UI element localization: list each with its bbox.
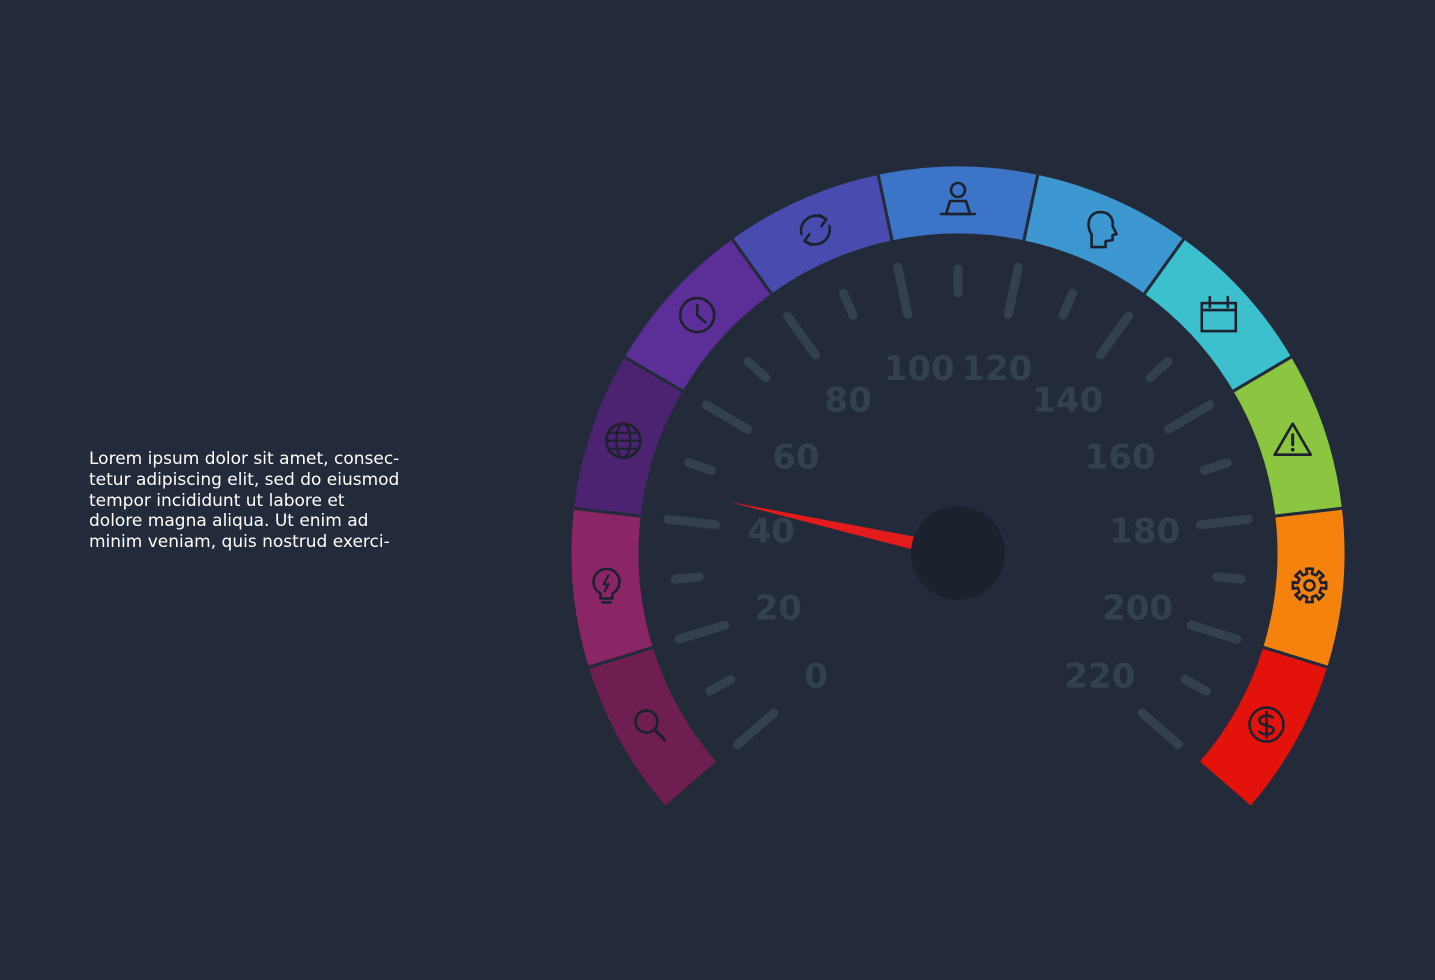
gauge-tick bbox=[733, 708, 779, 750]
gauge-scale-label: 160 bbox=[1085, 438, 1156, 478]
gauge-segment bbox=[1230, 354, 1345, 518]
gauge-scale-label: 20 bbox=[755, 589, 802, 629]
gauge-segment bbox=[876, 163, 1040, 244]
gauge-tick bbox=[1145, 357, 1173, 383]
gauge-tick bbox=[1195, 514, 1253, 530]
gauge-hub bbox=[911, 506, 1005, 600]
gauge-tick bbox=[1199, 458, 1232, 475]
gauge-tick bbox=[782, 311, 821, 360]
gauge-scale-label: 80 bbox=[825, 380, 872, 420]
gauge-segment bbox=[568, 506, 656, 670]
gauge-scale-label: 140 bbox=[1032, 380, 1103, 420]
gauge-tick bbox=[705, 674, 736, 696]
gauge-tick bbox=[1095, 311, 1134, 360]
gauge-scale-label: 40 bbox=[748, 511, 795, 551]
gauge-tick bbox=[1186, 620, 1242, 644]
gauge-scale-label: 0 bbox=[804, 656, 828, 696]
gauge-tick bbox=[1058, 288, 1078, 320]
infographic: Lorem ipsum dolor sit amet, consec- tetu… bbox=[0, 0, 1435, 980]
gauge-tick bbox=[1163, 400, 1215, 434]
gauge-tick bbox=[1003, 262, 1023, 319]
gauge-tick bbox=[893, 262, 913, 319]
gauge-segment bbox=[1196, 645, 1331, 810]
gauge-tick bbox=[1180, 674, 1211, 696]
gauge-scale-label: 100 bbox=[884, 349, 955, 389]
gauge-tick bbox=[674, 620, 730, 644]
gauge-tick bbox=[1212, 572, 1246, 584]
gauge-segment bbox=[585, 645, 720, 810]
speedometer-gauge: 020 40 6080 100 120140 160 180 200 220 bbox=[568, 163, 1348, 810]
gauge-scale-label: 180 bbox=[1109, 511, 1180, 551]
gauge-scale-label: 200 bbox=[1102, 589, 1173, 629]
gauge-tick bbox=[838, 288, 858, 320]
gauge-tick bbox=[670, 572, 704, 584]
gauge-tick bbox=[663, 514, 721, 530]
gauge-ticks bbox=[663, 262, 1253, 750]
gauge-tick bbox=[684, 458, 717, 475]
gauge-scale-label: 220 bbox=[1064, 656, 1135, 696]
gauge-scale-label: 60 bbox=[772, 438, 819, 478]
gauge-segments bbox=[568, 163, 1348, 810]
gauge-tick bbox=[1137, 708, 1183, 750]
gauge-scale-label: 120 bbox=[961, 349, 1032, 389]
gauge-tick bbox=[701, 400, 753, 434]
gauge-tick bbox=[743, 357, 771, 383]
